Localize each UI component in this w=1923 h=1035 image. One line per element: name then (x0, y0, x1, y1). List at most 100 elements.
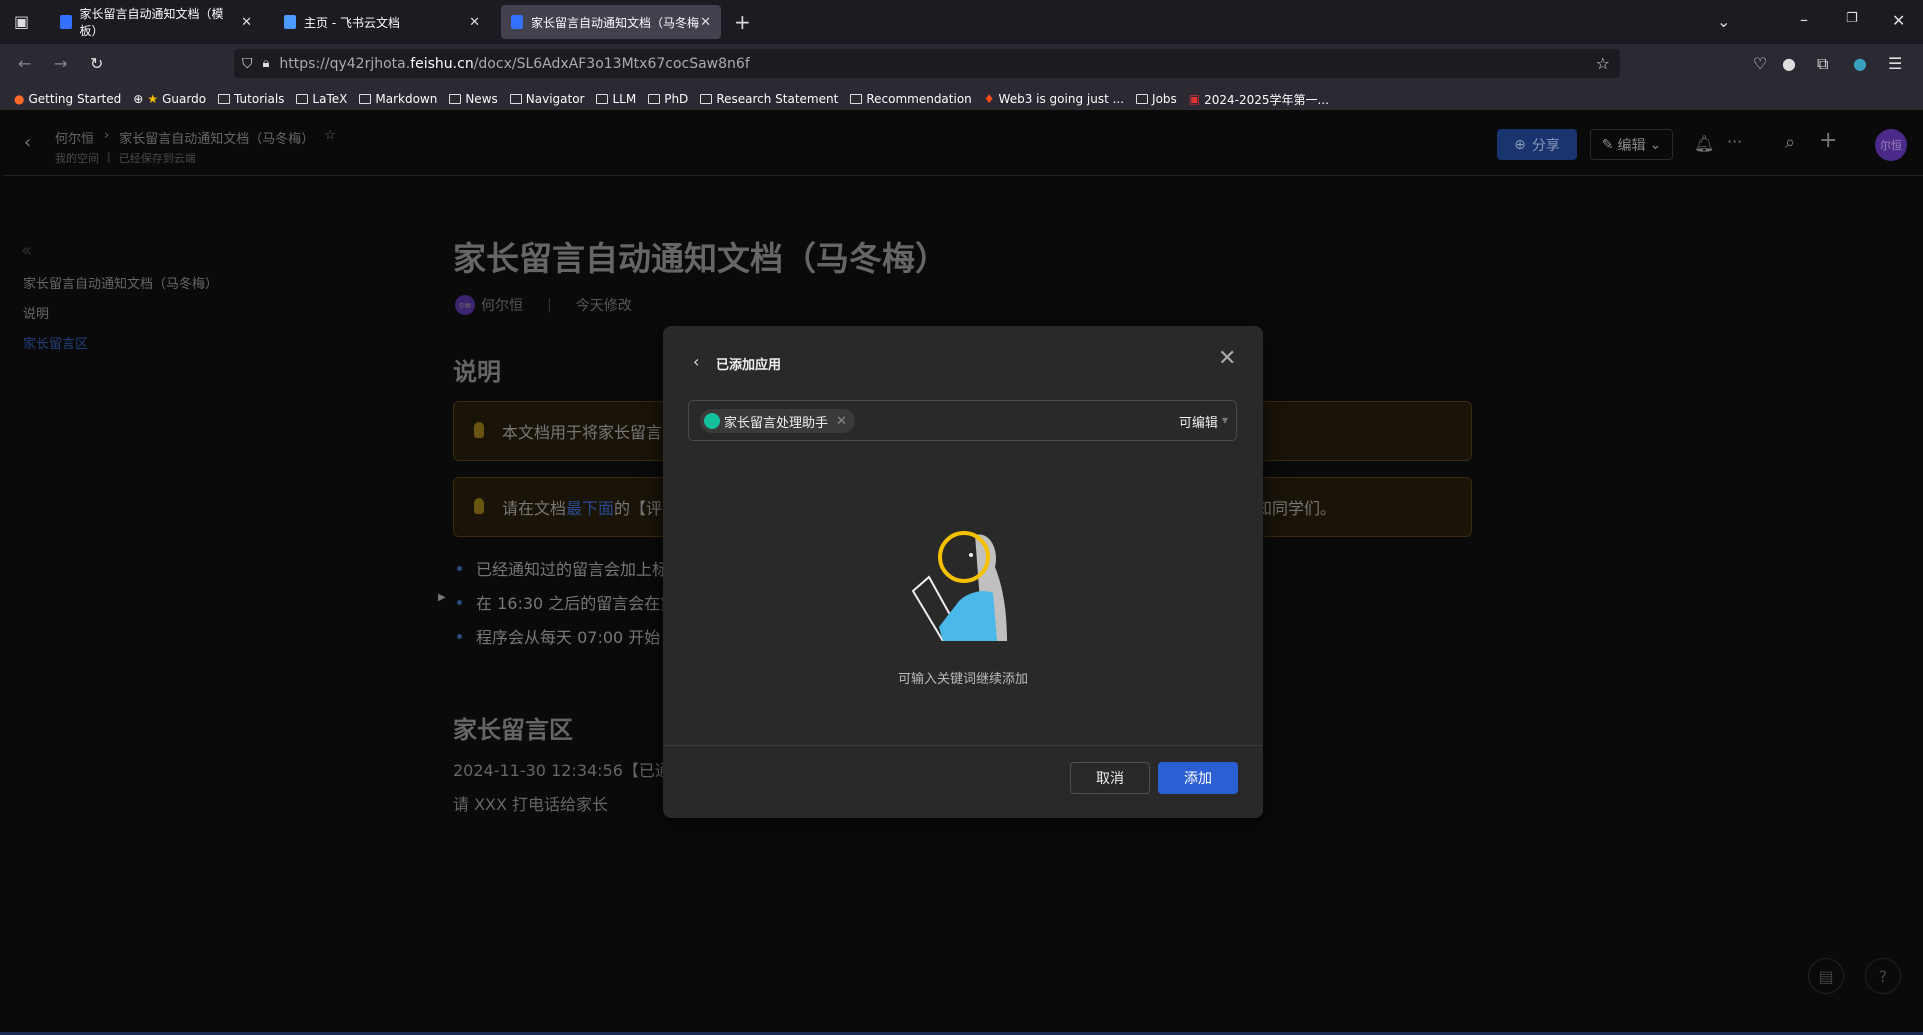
close-tab-icon[interactable]: ✕ (241, 15, 252, 30)
bookmark-star-icon[interactable]: ☆ (1596, 54, 1610, 73)
school-logo-icon: ▣ (1188, 92, 1201, 106)
extension-e-icon[interactable]: ● (1782, 54, 1796, 73)
extensions-icon[interactable]: ⧉ (1817, 54, 1828, 74)
lock-icon[interactable]: 🔒︎ (263, 56, 270, 71)
list-item: 在 16:30 之后的留言会在第 (457, 590, 676, 614)
back-icon[interactable]: ‹ (693, 352, 699, 371)
collapse-sidebar-icon[interactable]: « (21, 240, 32, 261)
folder-icon (1136, 94, 1149, 104)
list-tabs-icon[interactable]: ⌄ (1717, 12, 1730, 31)
tab-1[interactable]: 家长留言自动通知文档（模板） ✕ (50, 5, 262, 39)
bookmarks-bar: ● Getting Started ⊕ ★ Guardo Tutorials LaTe… (0, 88, 1923, 110)
bookmark-folder[interactable]: LaTeX (296, 92, 347, 106)
sidebar-item-title[interactable]: 家长留言自动通知文档（马冬梅） (23, 273, 218, 292)
restore-icon[interactable]: ❐ (1846, 11, 1858, 26)
back-icon[interactable]: ‹ (24, 132, 31, 153)
folder-icon (850, 94, 863, 104)
expand-triangle-icon[interactable]: ▶ (438, 592, 446, 603)
message-line: 2024-11-30 12:34:56【已通知 (453, 761, 687, 780)
tab-2[interactable]: 主页 - 飞书云文档 ✕ (274, 5, 490, 39)
space-link[interactable]: 我的空间 (55, 150, 99, 166)
bookmark-folder[interactable]: PhD (648, 92, 688, 106)
dialog-title: 已添加应用 (716, 358, 782, 373)
shield-icon[interactable]: ⛉ (242, 56, 253, 72)
chevron-right-icon: › (104, 128, 110, 143)
globe-icon: ⊕ (1514, 136, 1526, 153)
bookmark-guardo[interactable]: ⊕ ★ Guardo (133, 92, 206, 106)
cancel-button[interactable]: 取消 (1070, 762, 1150, 794)
bookmark-folder[interactable]: LLM (596, 92, 636, 106)
breadcrumb-doc: 家长留言自动通知文档（马冬梅） (119, 132, 315, 147)
edit-mode-button[interactable]: ✎ 编辑 ⌄ (1590, 129, 1673, 160)
profile-extension-icon[interactable]: ● (1853, 54, 1867, 73)
list-item: 已经通知过的留言会加上标 (457, 556, 668, 580)
list-item: 程序会从每天 07:00 开始， (457, 624, 676, 648)
remove-tag-icon[interactable]: ✕ (836, 414, 847, 429)
url-prefix: https://qy42rjhota. (279, 55, 411, 72)
author-row: 尔恒 何尔恒 | 今天修改 (455, 295, 632, 315)
help-icon[interactable]: ? (1865, 958, 1901, 994)
url-bar[interactable]: ⛉ 🔒︎ https://qy42rjhota. feishu.cn/docx/S… (234, 49, 1620, 78)
empty-search-illustration (911, 531, 1007, 641)
caret-down-icon: ▼ (1221, 416, 1228, 425)
reload-icon[interactable]: ↻ (90, 54, 103, 73)
bookmark-getting-started[interactable]: ● Getting Started (14, 92, 121, 106)
bookmark-folder[interactable]: Navigator (509, 92, 584, 106)
url-suffix: /docx/SL6AdxAF3o13Mtx67cocSaw8n6f (473, 55, 750, 72)
breadcrumb-owner[interactable]: 何尔恒 (55, 128, 94, 147)
folder-icon (359, 94, 372, 104)
close-icon[interactable]: ✕ (1218, 346, 1236, 371)
folder-icon (449, 94, 462, 104)
avatar[interactable]: 尔恒 (1875, 129, 1907, 161)
pencil-icon: ✎ (1601, 136, 1614, 153)
message-line: 请 XXX 打电话给家长 (453, 795, 609, 814)
bookmark-folder[interactable]: News (449, 92, 498, 106)
heading-messages: 家长留言区 (453, 716, 573, 744)
doc-favicon-icon (60, 15, 72, 29)
menu-icon[interactable]: ☰ (1888, 54, 1902, 73)
firefox-icon: ● (14, 92, 25, 106)
back-icon[interactable]: ← (18, 54, 31, 73)
more-icon[interactable]: ··· (1727, 132, 1742, 151)
lightbulb-icon (474, 498, 484, 514)
favorite-star-icon[interactable]: ☆ (324, 128, 336, 147)
bell-icon[interactable]: 🔔︎ (1694, 134, 1714, 153)
tab-overview-icon[interactable]: ▣ (14, 12, 29, 31)
author-avatar: 尔恒 (455, 295, 475, 315)
minimize-icon[interactable]: – (1800, 10, 1808, 29)
close-tab-icon[interactable]: ✕ (469, 15, 480, 30)
feishu-favicon-icon (284, 15, 296, 29)
sidebar-item-intro[interactable]: 说明 (23, 303, 49, 322)
author-name[interactable]: 何尔恒 (481, 295, 523, 315)
plus-icon[interactable]: + (1819, 128, 1837, 153)
permission-dropdown[interactable]: 可编辑 ▼ (1179, 412, 1228, 431)
modified-time: 今天修改 (575, 298, 632, 314)
pocket-icon[interactable]: ♡ (1753, 54, 1767, 73)
bookmark-folder[interactable]: Recommendation (850, 92, 972, 106)
bookmark-folder[interactable]: Tutorials (218, 92, 284, 106)
star-icon: ★ (147, 92, 159, 106)
bookmark-folder[interactable]: Research Statement (700, 92, 838, 106)
doc-info-icon[interactable]: ▤ (1808, 958, 1844, 994)
bookmark-folder[interactable]: Jobs (1136, 92, 1177, 106)
save-status: 已经保存到云端 (118, 152, 196, 165)
folder-icon (648, 94, 661, 104)
tab-3-active[interactable]: 家长留言自动通知文档（马冬梅 ✕ (501, 5, 721, 39)
bookmark-school[interactable]: ▣ 2024-2025学年第一... (1189, 91, 1329, 108)
breadcrumb: 何尔恒 › 家长留言自动通知文档（马冬梅） ☆ (55, 128, 336, 147)
lightbulb-icon (474, 422, 484, 438)
folder-icon (218, 94, 231, 104)
add-button[interactable]: 添加 (1158, 762, 1238, 794)
app-search-input[interactable]: 家长留言处理助手 ✕ 可编辑 ▼ (688, 400, 1237, 441)
close-tab-icon[interactable]: ✕ (700, 15, 711, 30)
bookmark-folder[interactable]: Markdown (359, 92, 437, 106)
new-tab-icon[interactable]: + (734, 10, 751, 34)
close-window-icon[interactable]: ✕ (1892, 11, 1905, 30)
folder-icon (700, 94, 713, 104)
forward-icon[interactable]: → (54, 54, 67, 73)
heading-intro: 说明 (453, 358, 501, 386)
sidebar-item-messages[interactable]: 家长留言区 (23, 333, 88, 352)
bookmark-web3[interactable]: ♦ Web3 is going just ... (984, 92, 1124, 106)
share-button[interactable]: ⊕ 分享 (1497, 129, 1577, 160)
search-icon[interactable]: ⌕ (1785, 132, 1795, 153)
